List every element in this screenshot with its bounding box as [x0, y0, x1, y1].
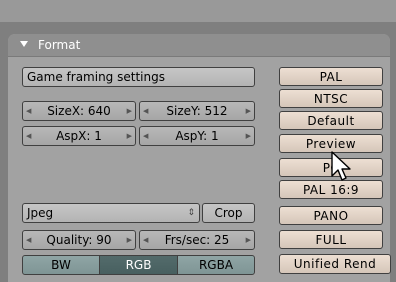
color-rgb-toggle[interactable]: RGB — [99, 255, 178, 275]
panel-title: Format — [38, 38, 81, 52]
file-format-select[interactable]: Jpeg ⇕ — [22, 203, 200, 223]
preset-default-label: Default — [307, 113, 355, 128]
collapse-triangle-icon[interactable] — [20, 41, 28, 47]
color-bw-toggle[interactable]: BW — [22, 255, 100, 275]
game-framing-settings-button[interactable]: Game framing settings — [22, 67, 255, 87]
sizey-field[interactable]: ◀ SizeY: 512 ▶ — [139, 101, 255, 121]
increment-arrow-icon[interactable]: ▶ — [127, 128, 132, 144]
crop-label: Crop — [214, 206, 243, 220]
preset-pal-button[interactable]: PAL — [279, 67, 383, 86]
preset-ntsc-label: NTSC — [313, 91, 349, 106]
decrement-arrow-icon[interactable]: ◀ — [143, 232, 148, 248]
rgb-label: RGB — [125, 258, 152, 272]
color-rgba-toggle[interactable]: RGBA — [177, 255, 255, 275]
decrement-arrow-icon[interactable]: ◀ — [26, 103, 31, 119]
decrement-arrow-icon[interactable]: ◀ — [143, 103, 148, 119]
increment-arrow-icon[interactable]: ▶ — [246, 128, 251, 144]
preset-preview-label: Preview — [305, 136, 357, 151]
preset-full-button[interactable]: FULL — [279, 230, 383, 249]
decrement-arrow-icon[interactable]: ◀ — [26, 128, 31, 144]
sizex-label: SizeX: 640 — [47, 104, 111, 118]
preset-ntsc-button[interactable]: NTSC — [279, 89, 383, 108]
quality-label: Quality: 90 — [46, 233, 112, 247]
select-updown-icon: ⇕ — [187, 208, 195, 218]
decrement-arrow-icon[interactable]: ◀ — [26, 232, 31, 248]
file-format-value: Jpeg — [27, 206, 54, 220]
game-framing-settings-label: Game framing settings — [27, 70, 165, 84]
aspx-label: AspX: 1 — [56, 129, 102, 143]
increment-arrow-icon[interactable]: ▶ — [127, 103, 132, 119]
increment-arrow-icon[interactable]: ▶ — [246, 232, 251, 248]
fps-label: Frs/sec: 25 — [164, 233, 230, 247]
increment-arrow-icon[interactable]: ▶ — [127, 232, 132, 248]
mouse-pointer-icon — [331, 151, 351, 181]
preset-full-label: FULL — [315, 232, 347, 247]
aspx-field[interactable]: ◀ AspX: 1 ▶ — [22, 126, 136, 146]
window-top-strip — [0, 0, 396, 22]
preset-pano-button[interactable]: PANO — [279, 206, 383, 225]
aspy-field[interactable]: ◀ AspY: 1 ▶ — [139, 126, 255, 146]
decrement-arrow-icon[interactable]: ◀ — [143, 128, 148, 144]
crop-button[interactable]: Crop — [202, 203, 255, 223]
quality-field[interactable]: ◀ Quality: 90 ▶ — [22, 230, 136, 250]
sizex-field[interactable]: ◀ SizeX: 640 ▶ — [22, 101, 136, 121]
preset-default-button[interactable]: Default — [279, 111, 383, 130]
fps-field[interactable]: ◀ Frs/sec: 25 ▶ — [139, 230, 255, 250]
preset-pal-label: PAL — [319, 69, 343, 84]
rgba-label: RGBA — [198, 258, 234, 272]
preset-pano-label: PANO — [313, 208, 349, 223]
unified-render-button[interactable]: Unified Rend — [279, 254, 391, 274]
unified-render-label: Unified Rend — [293, 257, 377, 271]
increment-arrow-icon[interactable]: ▶ — [246, 103, 251, 119]
aspy-label: AspY: 1 — [175, 129, 219, 143]
sizey-label: SizeY: 512 — [166, 104, 228, 118]
bw-label: BW — [51, 258, 71, 272]
